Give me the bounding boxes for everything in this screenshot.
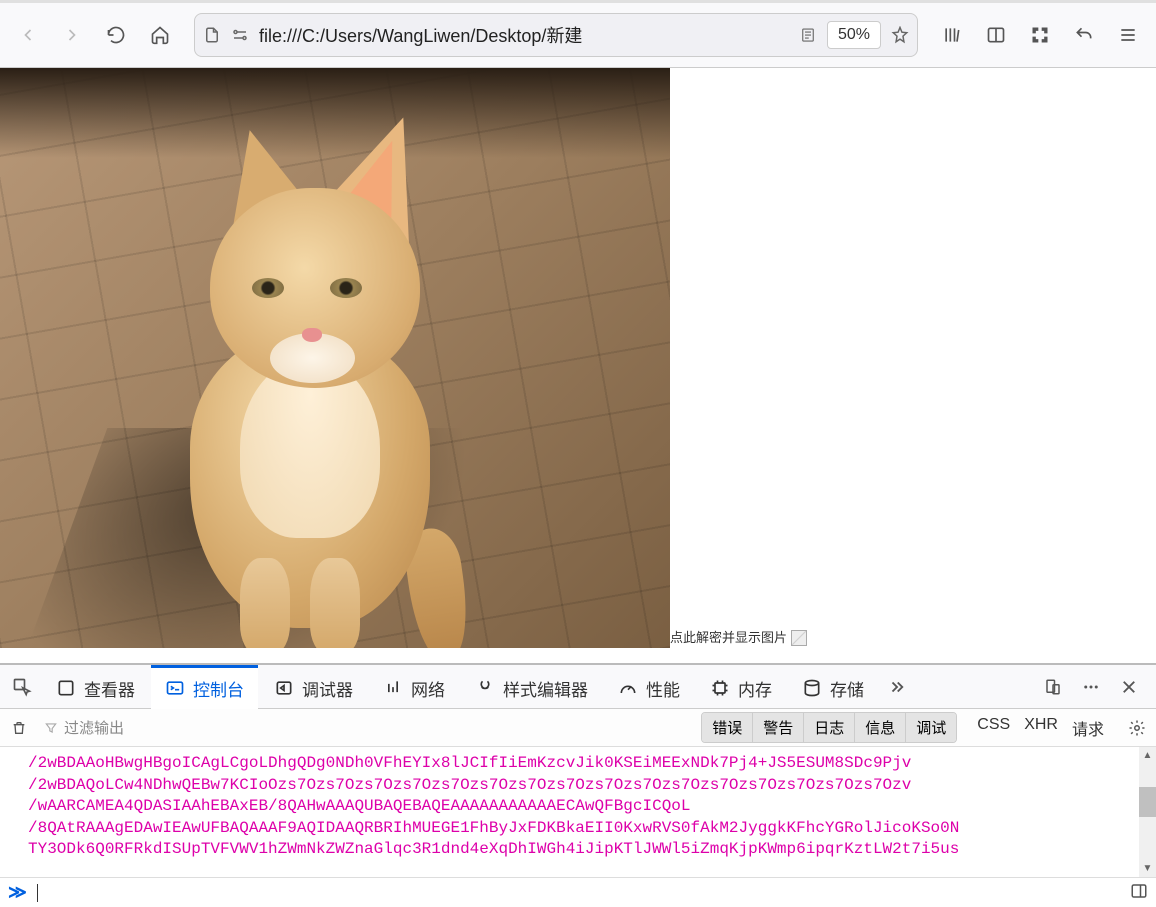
tab-storage-label: 存储	[830, 676, 864, 701]
filter-log[interactable]: 日志	[804, 713, 855, 742]
log-level-filters: 错误 警告 日志 信息 调试	[701, 712, 957, 743]
filter-error[interactable]: 错误	[702, 713, 753, 742]
console-line[interactable]: /8QAtRAAAgEDAwIEAwUFBAQAAAF9AQIDAAQRBRIh…	[28, 818, 1156, 840]
tab-inspector[interactable]: 查看器	[42, 665, 149, 709]
filter-placeholder: 过滤输出	[64, 717, 124, 738]
filter-warn[interactable]: 警告	[753, 713, 804, 742]
console-output[interactable]: /2wBDAAoHBwgHBgoICAgLCgoLDhgQDg0NDh0VFhE…	[0, 747, 1156, 877]
url-bar[interactable]: file:///C:/Users/WangLiwen/Desktop/新建 50…	[194, 13, 918, 57]
back-button[interactable]	[8, 15, 48, 55]
tab-inspector-label: 查看器	[84, 676, 135, 701]
filter-req[interactable]: 请求	[1072, 716, 1104, 740]
scroll-down-icon[interactable]: ▼	[1139, 860, 1156, 877]
reader-mode-icon[interactable]	[799, 26, 817, 44]
console-lines: /2wBDAAoHBwgHBgoICAgLCgoLDhgQDg0NDh0VFhE…	[0, 747, 1156, 867]
tab-performance-label: 性能	[646, 676, 680, 701]
zoom-badge[interactable]: 50%	[827, 21, 881, 49]
console-input[interactable]: ≫	[0, 877, 1156, 907]
console-settings-button[interactable]	[1124, 715, 1150, 741]
bookmark-icon[interactable]	[891, 26, 909, 44]
console-filter-bar: 过滤输出 错误 警告 日志 信息 调试 CSS XHR 请求	[0, 709, 1156, 747]
tab-console[interactable]: 控制台	[151, 665, 258, 709]
forward-button[interactable]	[52, 15, 92, 55]
tab-memory-label: 内存	[738, 676, 772, 701]
tab-style[interactable]: 样式编辑器	[461, 665, 602, 709]
browser-toolbar: file:///C:/Users/WangLiwen/Desktop/新建 50…	[0, 0, 1156, 68]
console-line[interactable]: /2wBDAAoHBwgHBgoICAgLCgoLDhgQDg0NDh0VFhE…	[28, 753, 1156, 775]
tab-performance[interactable]: 性能	[604, 665, 694, 709]
broken-image-icon[interactable]	[791, 630, 807, 646]
tab-memory[interactable]: 内存	[696, 665, 786, 709]
split-console-button[interactable]	[1130, 882, 1148, 903]
devtools-more-button[interactable]	[1074, 670, 1108, 704]
filter-css[interactable]: CSS	[977, 716, 1010, 740]
responsive-mode-button[interactable]	[1036, 670, 1070, 704]
tabs-overflow-button[interactable]	[880, 670, 914, 704]
filter-xhr[interactable]: XHR	[1024, 716, 1058, 740]
console-prompt-icon: ≫	[8, 882, 27, 903]
devtools: 查看器 控制台 调试器 网络 样式编辑器 性能 内存 存储	[0, 663, 1156, 907]
element-picker-button[interactable]	[4, 677, 40, 697]
undo-button[interactable]	[1064, 15, 1104, 55]
tab-console-label: 控制台	[193, 676, 244, 701]
home-button[interactable]	[140, 15, 180, 55]
devtools-close-button[interactable]	[1112, 670, 1146, 704]
devtools-tabs: 查看器 控制台 调试器 网络 样式编辑器 性能 内存 存储	[0, 665, 1156, 709]
filter-info[interactable]: 信息	[855, 713, 906, 742]
tab-network[interactable]: 网络	[369, 665, 459, 709]
tab-storage[interactable]: 存储	[788, 665, 878, 709]
page-icon	[203, 26, 221, 44]
filter-input[interactable]: 过滤输出	[40, 713, 693, 742]
url-text[interactable]: file:///C:/Users/WangLiwen/Desktop/新建	[259, 22, 789, 48]
permissions-icon[interactable]	[231, 26, 249, 44]
clear-console-button[interactable]	[6, 715, 32, 741]
tab-debugger[interactable]: 调试器	[260, 665, 367, 709]
page-content: 点此解密并显示图片	[0, 68, 1156, 663]
tab-style-label: 样式编辑器	[503, 676, 588, 701]
net-filters: CSS XHR 请求	[977, 716, 1104, 740]
scrollbar[interactable]: ▲ ▼	[1139, 747, 1156, 877]
console-line[interactable]: /wAARCAMEA4QDASIAAhEBAxEB/8QAHwAAAQUBAQE…	[28, 796, 1156, 818]
filter-debug[interactable]: 调试	[906, 713, 956, 742]
cat-image	[0, 68, 670, 648]
tab-network-label: 网络	[411, 676, 445, 701]
menu-button[interactable]	[1108, 15, 1148, 55]
library-button[interactable]	[932, 15, 972, 55]
screenshot-button[interactable]	[1020, 15, 1060, 55]
console-line[interactable]: /2wBDAQoLCw4NDhwQEBw7KCIoOzs7Ozs7Ozs7Ozs…	[28, 775, 1156, 797]
sidebar-button[interactable]	[976, 15, 1016, 55]
decrypt-caption[interactable]: 点此解密并显示图片	[670, 627, 787, 646]
reload-button[interactable]	[96, 15, 136, 55]
scroll-up-icon[interactable]: ▲	[1139, 747, 1156, 764]
text-caret	[37, 884, 38, 902]
console-line[interactable]: TY3ODk6Q0RFRkdISUpTVFVWV1hZWmNkZWZnaGlqc…	[28, 839, 1156, 861]
tab-debugger-label: 调试器	[302, 676, 353, 701]
scroll-thumb[interactable]	[1139, 787, 1156, 817]
